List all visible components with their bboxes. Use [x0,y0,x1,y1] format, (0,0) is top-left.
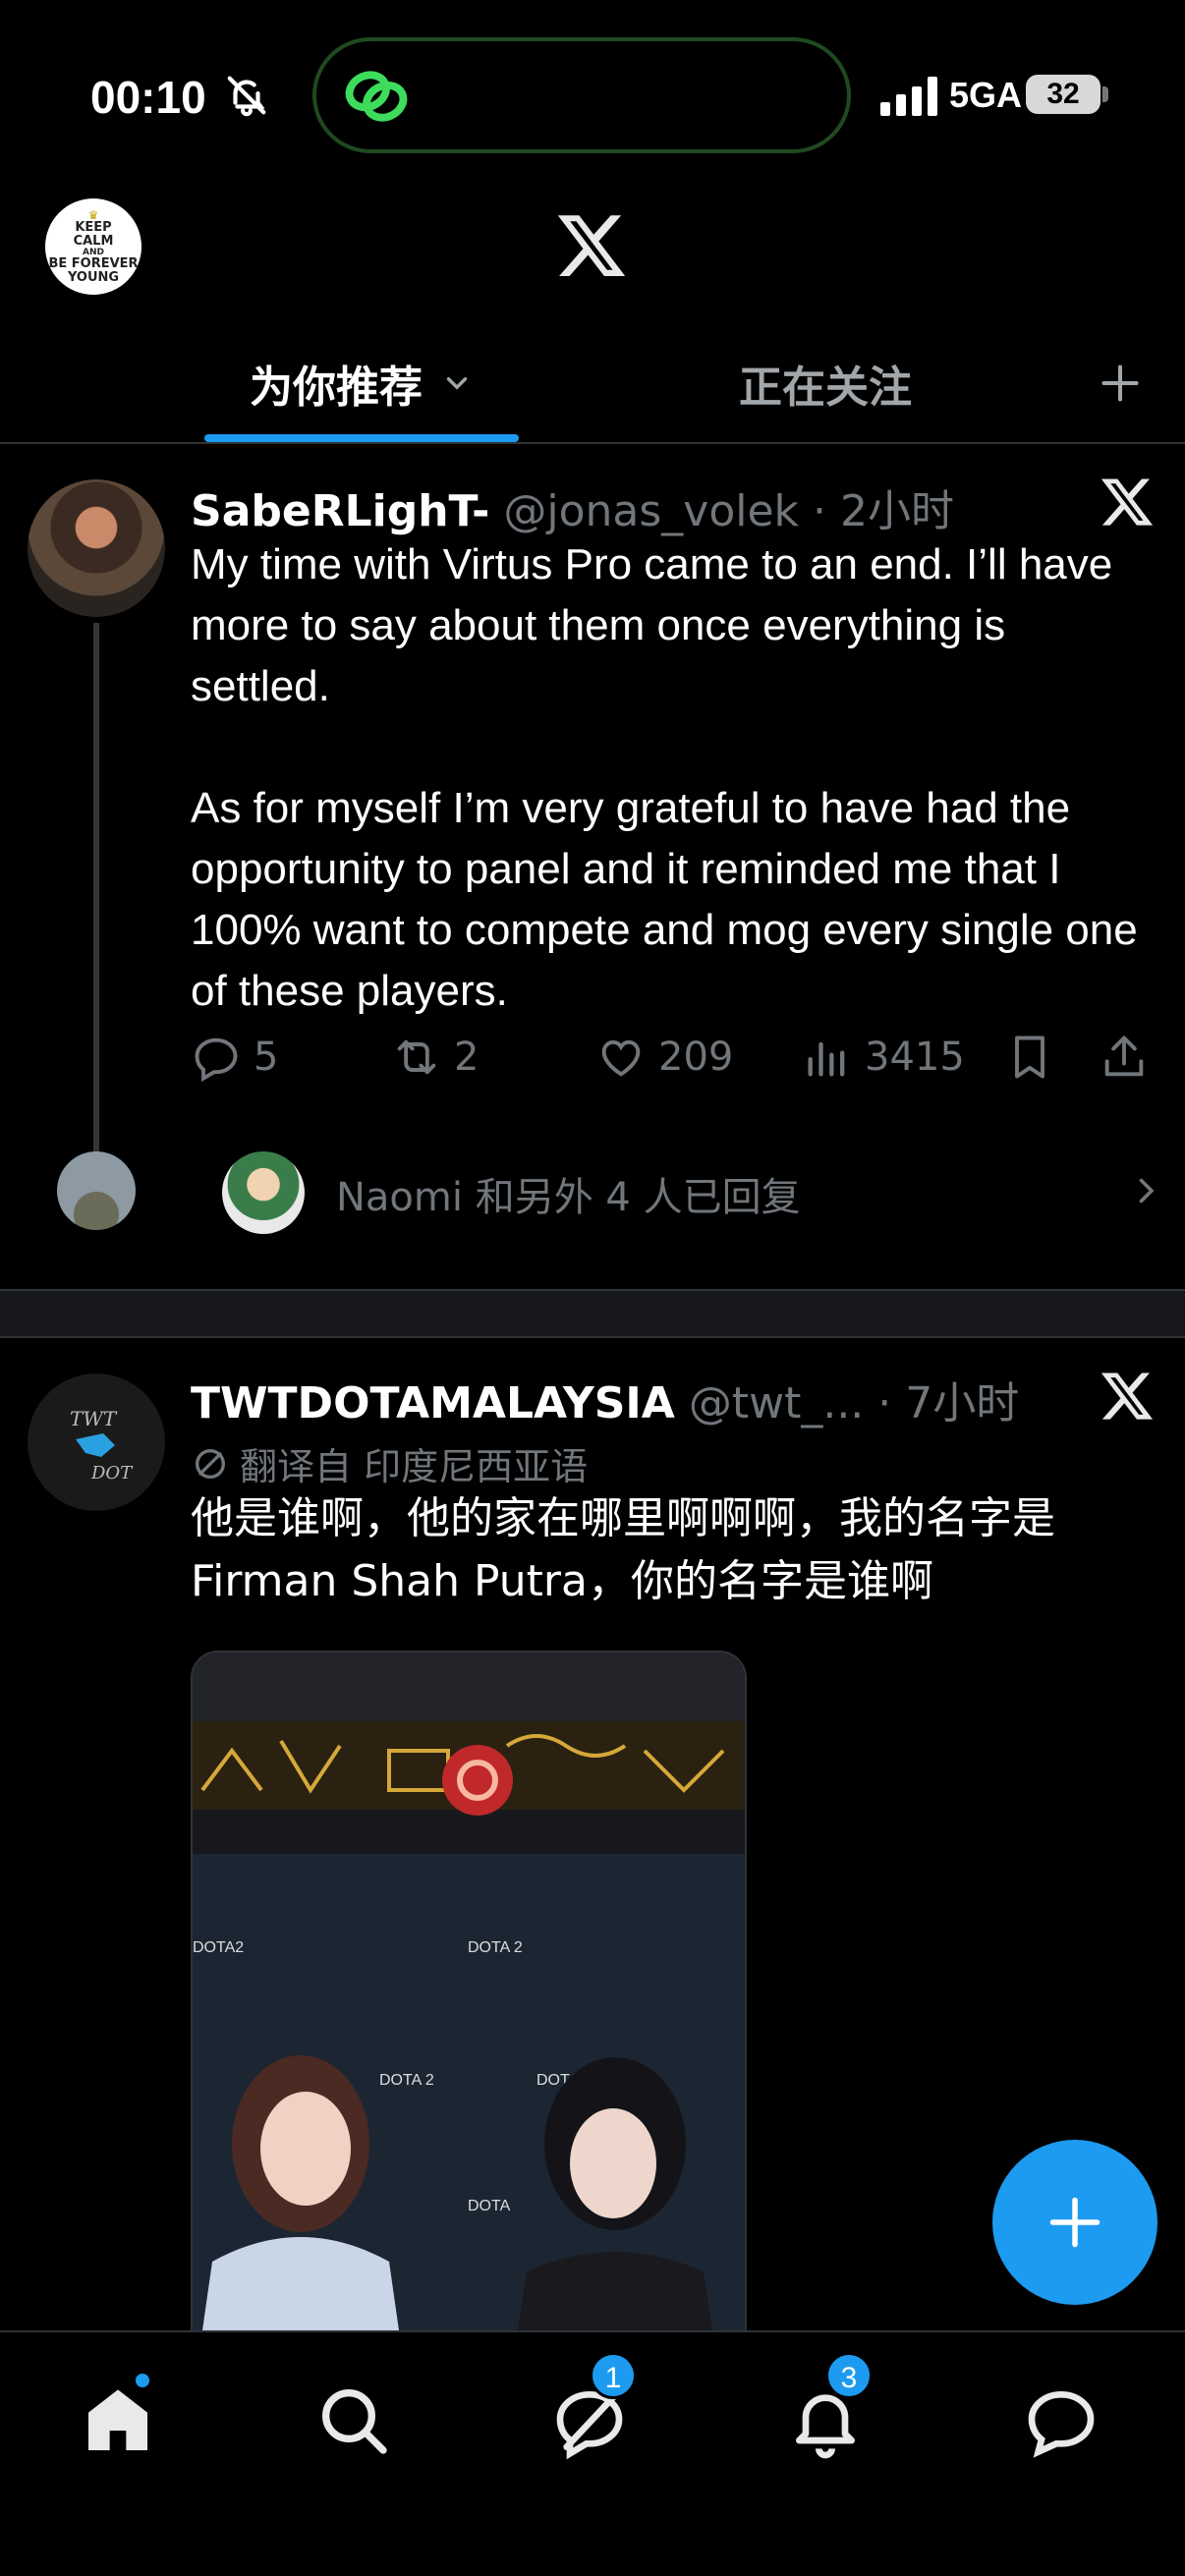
tweet-header: SabeRLighT- @jonas_volek · 2小时 [191,476,954,538]
nav-search[interactable] [314,2381,393,2460]
reply-icon [195,1037,238,1083]
active-tab-indicator [204,434,519,442]
avatar-line-2: CALM [73,233,114,249]
twt-logo-icon: TWT DOT [70,1407,134,1484]
status-time: 00:10 [90,72,206,123]
battery-nub [1102,86,1108,102]
separator-dot: · [813,486,827,536]
bell-mute-icon [227,76,266,117]
views-icon [808,1041,845,1077]
feed-tabs: 为你推荐 正在关注 [0,324,1185,444]
translation-label: 翻译自 印度尼西亚语 [240,1445,589,1488]
tab-for-you-label: 为你推荐 [250,363,423,413]
avatar-text-dot: DOT [90,1463,134,1484]
thread-line [93,623,99,1165]
tweet-text: My time with Virtus Pro came to an end. … [191,540,1138,1015]
like-button[interactable]: 209 [595,1032,733,1083]
plus-icon [1049,2197,1100,2248]
notifications-badge: 3 [825,2352,873,2399]
tab-for-you[interactable]: 为你推荐 [204,324,519,442]
views-button[interactable]: 3415 [802,1032,965,1083]
like-count: 209 [658,1035,734,1080]
author-handle[interactable]: @jonas_volek [503,486,799,536]
bookmark-icon [1015,1036,1044,1079]
replies-summary-text: Naomi 和另外 4 人已回复 [336,1175,801,1220]
nav-notifications[interactable]: 3 [786,2352,873,2460]
x-grok-icon[interactable] [1099,1368,1156,1425]
author-name[interactable]: SabeRLighT- [191,486,489,536]
tweet-actions: 5 2 209 3415 [191,1032,1154,1091]
chat-badge: 1 [590,2352,637,2399]
battery-indicator: 32 [1026,75,1100,114]
heart-icon [601,1039,641,1077]
translate-icon [196,1448,225,1479]
author-handle[interactable]: @twt_... [689,1378,864,1428]
signal-icon [880,77,937,116]
repost-count: 2 [454,1035,480,1080]
nav-messages[interactable] [1022,2381,1100,2460]
profile-avatar[interactable]: ♛ KEEP CALM AND BE FOREVER YOUNG [45,198,141,295]
reply-avatar [57,1151,136,1230]
replies-summary[interactable]: Naomi 和另外 4 人已回复 [0,1151,1185,1269]
network-label: 5GA [949,75,1023,115]
compose-button[interactable] [992,2140,1157,2305]
media-text-dota: DOTA [468,2198,511,2214]
tweet-text: 他是谁啊，他的家在哪里啊啊啊，我的名字是Firman Shah Putra，你的… [191,1493,1055,1606]
tweet-author-avatar[interactable]: TWT DOT [28,1373,165,1511]
x-logo-icon [557,215,626,277]
chevron-down-icon [446,377,468,390]
tweet-time: 2小时 [840,486,955,536]
bottom-navigation: 1 3 [0,2330,1185,2576]
dynamic-island[interactable] [312,37,851,153]
tweet-author-avatar[interactable] [28,479,165,617]
media-text-dota: DOTA2 [193,1939,244,1956]
media-text-dota: DOTA 2 [379,2072,434,2089]
avatar-text-twt: TWT [70,1407,118,1430]
search-icon [322,2389,387,2454]
plus-icon [1101,364,1139,402]
avatar-line-4: BE FOREVER [48,256,139,272]
home-icon [88,2389,147,2450]
avatar-line-5: YOUNG [67,269,120,285]
status-bar: 00:10 5GA 32 [0,0,1185,187]
nav-grok[interactable]: 1 [550,2352,637,2460]
author-name[interactable]: TWTDOTAMALAYSIA [191,1378,675,1428]
nav-home[interactable] [79,2372,157,2460]
views-count: 3415 [865,1035,965,1080]
bookmark-button[interactable] [1004,1032,1067,1083]
tab-following[interactable]: 正在关注 [688,324,963,442]
feed-separator [0,1289,1185,1338]
translation-notice[interactable]: 翻译自 印度尼西亚语 [191,1436,588,1490]
media-text-dota: DOTA 2 [468,1939,523,1956]
tweet-header: TWTDOTAMALAYSIA @twt_... · 7小时 [191,1368,1019,1430]
tweet-time: 7小时 [905,1378,1020,1428]
tweet[interactable]: SabeRLighT- @jonas_volek · 2小时 My time w… [0,446,1185,1291]
event-photo: DOTA2 DOTA 2 DOTA 2 DOTA 2 DOTA [193,1652,745,2395]
home-unread-dot [134,2372,151,2389]
share-icon [1104,1036,1144,1077]
chevron-right-icon [1139,1178,1155,1204]
avatar-line-1: KEEP [75,220,112,236]
reply-button[interactable]: 5 [191,1032,278,1083]
add-tab-button[interactable] [1081,324,1159,442]
message-bubble-icon [1028,2390,1095,2458]
repost-button[interactable]: 2 [391,1032,479,1083]
separator-dot: · [877,1378,892,1428]
reply-count: 5 [254,1035,279,1080]
reply-avatar [222,1151,305,1234]
link-icon [345,71,408,122]
x-grok-icon[interactable] [1099,474,1156,531]
share-button[interactable] [1099,1032,1161,1083]
repost-icon [397,1039,436,1075]
tweet-media-image[interactable]: DOTA2 DOTA 2 DOTA 2 DOTA 2 DOTA [191,1651,747,2397]
